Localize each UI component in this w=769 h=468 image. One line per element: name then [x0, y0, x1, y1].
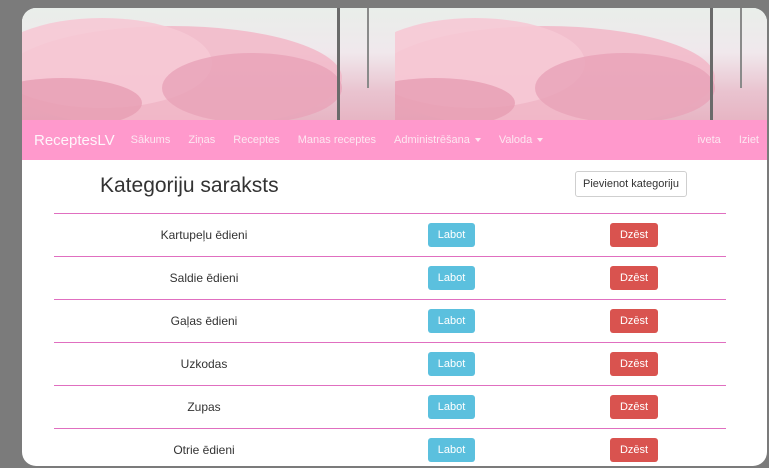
delete-button[interactable]: Dzēst [610, 352, 658, 376]
nav-right: iveta Iziet [698, 134, 767, 146]
caret-down-icon [537, 138, 544, 143]
category-name: Saldie ēdieni [169, 271, 239, 285]
header-banner [22, 8, 767, 120]
nav-dropdown-language-label: Valoda [498, 134, 533, 146]
browser-window: ReceptesLV Sākums Ziņas Receptes Manas r… [22, 8, 767, 466]
delete-button[interactable]: Dzēst [610, 395, 658, 419]
table-row: Gaļas ēdieni Labot Dzēst [54, 299, 726, 342]
nav-item-logout[interactable]: Iziet [739, 134, 759, 146]
delete-button[interactable]: Dzēst [610, 223, 658, 247]
delete-button[interactable]: Dzēst [610, 266, 658, 290]
category-name: Gaļas ēdieni [170, 314, 238, 328]
edit-button[interactable]: Labot [428, 309, 475, 333]
edit-button[interactable]: Labot [428, 438, 475, 462]
nav-dropdown-administration[interactable]: Administrēšana [394, 134, 481, 146]
edit-button[interactable]: Labot [428, 266, 475, 290]
delete-button[interactable]: Dzēst [610, 309, 658, 333]
nav-dropdown-language[interactable]: Valoda [498, 134, 544, 146]
banner-image-left [22, 8, 395, 120]
brand-link[interactable]: ReceptesLV [34, 132, 115, 149]
nav-dropdown-administration-label: Administrēšana [394, 134, 470, 146]
table-row: Zupas Labot Dzēst [54, 385, 726, 428]
caret-down-icon [474, 138, 481, 143]
category-name: Kartupeļu ēdieni [160, 228, 248, 242]
add-category-button[interactable]: Pievienot kategoriju [575, 171, 687, 197]
table-row: Uzkodas Labot Dzēst [54, 342, 726, 385]
nav-item-home[interactable]: Sākums [131, 134, 171, 146]
navbar: ReceptesLV Sākums Ziņas Receptes Manas r… [22, 120, 767, 160]
nav-item-recipes[interactable]: Receptes [233, 134, 279, 146]
category-name: Zupas [187, 400, 221, 414]
delete-button[interactable]: Dzēst [610, 438, 658, 462]
category-name: Otrie ēdieni [173, 443, 235, 457]
nav-item-news[interactable]: Ziņas [188, 134, 215, 146]
nav-item-user[interactable]: iveta [698, 134, 721, 146]
category-table: Kartupeļu ēdieni Labot Dzēst Saldie ēdie… [54, 213, 726, 466]
edit-button[interactable]: Labot [428, 352, 475, 376]
table-row: Otrie ēdieni Labot Dzēst [54, 428, 726, 466]
category-name: Uzkodas [180, 357, 228, 371]
edit-button[interactable]: Labot [428, 223, 475, 247]
nav-item-my-recipes[interactable]: Manas receptes [298, 134, 376, 146]
table-row: Saldie ēdieni Labot Dzēst [54, 256, 726, 299]
table-row: Kartupeļu ēdieni Labot Dzēst [54, 213, 726, 256]
edit-button[interactable]: Labot [428, 395, 475, 419]
page-title: Kategoriju saraksts [100, 174, 279, 197]
banner-image-right [394, 8, 767, 120]
